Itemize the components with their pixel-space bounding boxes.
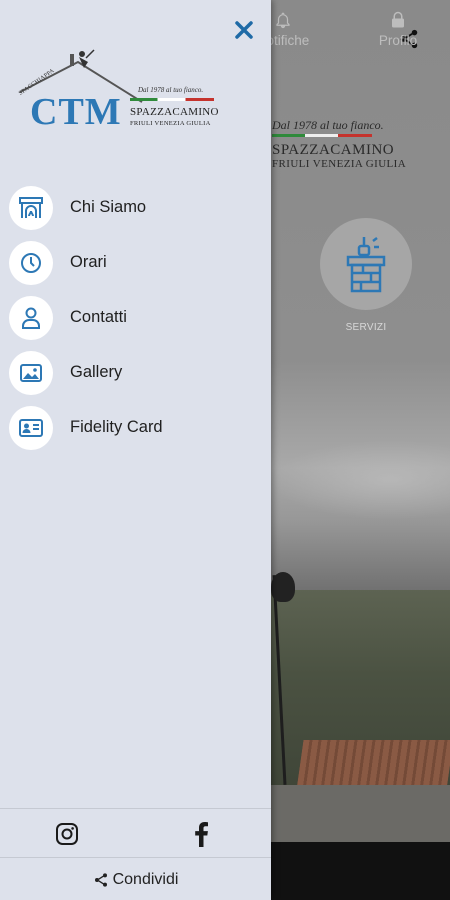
share-button[interactable]: Condividi xyxy=(0,859,271,900)
background-roof xyxy=(296,740,450,790)
image-icon xyxy=(9,350,53,395)
share-label: Condividi xyxy=(112,870,179,888)
background-logo-tagline: Dal 1978 al tuo fianco. xyxy=(272,118,384,132)
tab-profilo-label: Profilo xyxy=(378,32,418,48)
services-label: SERVIZI xyxy=(345,322,387,333)
menu-item-fidelity-card[interactable]: Fidelity Card xyxy=(0,400,271,455)
background-wall xyxy=(270,785,450,845)
drawer-menu: Chi Siamo Orari Contatti Gallery Fidelit… xyxy=(0,180,271,455)
menu-item-chi-siamo[interactable]: Chi Siamo xyxy=(0,180,271,235)
menu-label-fidelity-card: Fidelity Card xyxy=(70,418,163,436)
logo-tagline: Dal 1978 al tuo fianco. xyxy=(138,86,204,94)
menu-item-orari[interactable]: Orari xyxy=(0,235,271,290)
company-logo: SPACCHIAPPA CTM Dal 1978 al tuo fianco. … xyxy=(16,48,219,138)
fireplace-icon xyxy=(9,185,53,230)
id-card-icon xyxy=(9,405,53,450)
logo-company: SPAZZACAMINO xyxy=(130,106,219,118)
background-logo-company: SPAZZACAMINO xyxy=(272,142,395,158)
background-logo-region: FRIULI VENEZIA GIULIA xyxy=(272,158,407,170)
logo-region: FRIULI VENEZIA GIULIA xyxy=(130,120,211,127)
tab-profilo[interactable]: Profilo xyxy=(353,0,443,58)
logo-brand: CTM xyxy=(30,91,122,133)
menu-label-orari: Orari xyxy=(70,253,107,271)
menu-label-gallery: Gallery xyxy=(70,363,123,381)
background-chimney-brush xyxy=(271,572,295,602)
close-button[interactable] xyxy=(230,16,258,44)
instagram-icon[interactable] xyxy=(54,821,80,847)
person-icon xyxy=(9,295,53,340)
lock-icon xyxy=(392,11,404,27)
background-cloud xyxy=(270,440,450,520)
services-button[interactable] xyxy=(320,218,412,310)
social-links xyxy=(0,808,271,858)
menu-label-chi-siamo: Chi Siamo xyxy=(70,198,147,216)
background-logo-flag xyxy=(272,134,372,137)
share-icon xyxy=(94,872,107,887)
facebook-icon[interactable] xyxy=(188,821,214,847)
menu-item-gallery[interactable]: Gallery xyxy=(0,345,271,400)
close-icon xyxy=(235,21,253,39)
navigation-drawer: SPACCHIAPPA CTM Dal 1978 al tuo fianco. … xyxy=(0,0,271,900)
clock-icon xyxy=(9,240,53,285)
menu-label-contatti: Contatti xyxy=(70,308,127,326)
bottom-tab-bar xyxy=(270,842,450,900)
logo-flag-stripe xyxy=(130,98,214,101)
chimney-icon xyxy=(346,237,386,293)
bell-icon xyxy=(276,12,290,28)
menu-item-contatti[interactable]: Contatti xyxy=(0,290,271,345)
